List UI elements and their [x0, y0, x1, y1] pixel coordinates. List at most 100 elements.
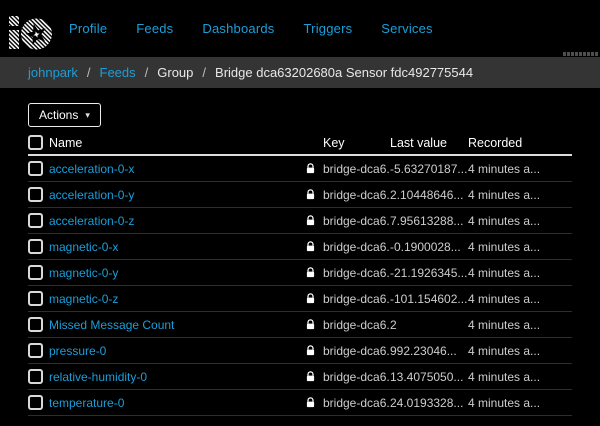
feed-name-link[interactable]: magnetic-0-x: [49, 240, 118, 254]
feeds-table: Name Key Last value Recorded acceleratio…: [28, 131, 572, 416]
lock-icon: [306, 397, 315, 408]
table-row: temperature-0 bridge-dca6... 24.0193328.…: [28, 390, 572, 416]
feed-name-link[interactable]: magnetic-0-y: [49, 266, 118, 280]
chevron-down-icon: ▾: [85, 111, 90, 120]
table-row: pressure-0 bridge-dca6... 992.23046... 4…: [28, 338, 572, 364]
feed-name-link[interactable]: acceleration-0-x: [49, 162, 134, 176]
feed-key: bridge-dca6...: [323, 370, 390, 384]
table-row: magnetic-0-z bridge-dca6... -101.154602.…: [28, 286, 572, 312]
feed-key: bridge-dca6...: [323, 240, 390, 254]
lock-icon: [306, 215, 315, 226]
row-checkbox[interactable]: [28, 395, 43, 410]
row-checkbox[interactable]: [28, 317, 43, 332]
feed-recorded: 4 minutes a...: [468, 266, 572, 280]
table-row: relative-humidity-0 bridge-dca6... 13.40…: [28, 364, 572, 390]
feed-recorded: 4 minutes a...: [468, 214, 572, 228]
table-row: magnetic-0-x bridge-dca6... -0.1900028..…: [28, 234, 572, 260]
row-checkbox[interactable]: [28, 369, 43, 384]
breadcrumb-separator: /: [145, 65, 149, 80]
row-checkbox[interactable]: [28, 239, 43, 254]
feed-last-value: -101.154602...: [390, 292, 468, 306]
row-checkbox[interactable]: [28, 265, 43, 280]
main-nav: Profile Feeds Dashboards Triggers Servic…: [69, 21, 462, 36]
breadcrumb-username[interactable]: johnpark: [28, 65, 78, 80]
column-header-name[interactable]: Name: [49, 136, 306, 150]
feed-name-link[interactable]: acceleration-0-z: [49, 214, 134, 228]
breadcrumb-separator: /: [202, 65, 206, 80]
breadcrumb-group: Group: [157, 65, 193, 80]
column-header-last-value[interactable]: Last value: [390, 136, 468, 150]
row-checkbox[interactable]: [28, 343, 43, 358]
table-row: magnetic-0-y bridge-dca6... -21.1926345.…: [28, 260, 572, 286]
breadcrumb-separator: /: [87, 65, 91, 80]
feed-last-value: 7.95613288...: [390, 214, 468, 228]
lock-icon: [306, 163, 315, 174]
feed-last-value: 2.10448646...: [390, 188, 468, 202]
nav-item-feeds[interactable]: Feeds: [136, 21, 173, 36]
row-checkbox[interactable]: [28, 213, 43, 228]
table-row: acceleration-0-z bridge-dca6... 7.956132…: [28, 208, 572, 234]
feed-name-link[interactable]: Missed Message Count: [49, 318, 174, 332]
row-checkbox[interactable]: [28, 291, 43, 306]
feed-last-value: -0.1900028...: [390, 240, 468, 254]
feed-last-value: -5.63270187...: [390, 162, 468, 176]
lock-icon: [306, 241, 315, 252]
nav-item-profile[interactable]: Profile: [69, 21, 107, 36]
feed-key: bridge-dca6...: [323, 188, 390, 202]
nav-item-dashboards[interactable]: Dashboards: [202, 21, 274, 36]
lock-icon: [306, 319, 315, 330]
feed-recorded: 4 minutes a...: [468, 344, 572, 358]
feed-key: bridge-dca6...: [323, 162, 390, 176]
adafruit-io-page: Profile Feeds Dashboards Triggers Servic…: [0, 0, 600, 426]
actions-button[interactable]: Actions ▾: [28, 103, 101, 127]
feed-key: bridge-dca6...: [323, 292, 390, 306]
lock-icon: [306, 371, 315, 382]
lock-icon: [306, 267, 315, 278]
feed-last-value: 2: [390, 318, 468, 332]
feed-recorded: 4 minutes a...: [468, 318, 572, 332]
dotted-decoration: [563, 52, 598, 56]
table-header-row: Name Key Last value Recorded: [28, 131, 572, 156]
select-all-checkbox[interactable]: [28, 135, 43, 150]
feed-recorded: 4 minutes a...: [468, 292, 572, 306]
feed-last-value: 13.4075050...: [390, 370, 468, 384]
lock-icon: [306, 293, 315, 304]
column-header-recorded[interactable]: Recorded: [468, 136, 572, 150]
feed-recorded: 4 minutes a...: [468, 396, 572, 410]
feed-name-link[interactable]: pressure-0: [49, 344, 106, 358]
actions-button-label: Actions: [39, 108, 78, 122]
column-header-key[interactable]: Key: [323, 136, 390, 150]
feed-key: bridge-dca6...: [323, 214, 390, 228]
feed-name-link[interactable]: magnetic-0-z: [49, 292, 118, 306]
feeds-content: Actions ▾ Name Key Last value Recorded a…: [0, 88, 600, 416]
feed-key: bridge-dca6...: [323, 396, 390, 410]
feed-last-value: 992.23046...: [390, 344, 468, 358]
nav-item-services[interactable]: Services: [381, 21, 432, 36]
nav-item-triggers[interactable]: Triggers: [304, 21, 353, 36]
adafruit-io-logo[interactable]: [8, 9, 54, 51]
top-navbar: Profile Feeds Dashboards Triggers Servic…: [0, 0, 600, 57]
feed-name-link[interactable]: relative-humidity-0: [49, 370, 147, 384]
breadcrumb-feeds[interactable]: Feeds: [100, 65, 136, 80]
row-checkbox[interactable]: [28, 187, 43, 202]
feed-recorded: 4 minutes a...: [468, 188, 572, 202]
table-row: acceleration-0-x bridge-dca6... -5.63270…: [28, 156, 572, 182]
feed-recorded: 4 minutes a...: [468, 370, 572, 384]
feed-recorded: 4 minutes a...: [468, 162, 572, 176]
table-row: acceleration-0-y bridge-dca6... 2.104486…: [28, 182, 572, 208]
breadcrumb-current-group: Bridge dca63202680a Sensor fdc492775544: [215, 65, 473, 80]
feed-last-value: -21.1926345...: [390, 266, 468, 280]
feed-last-value: 24.0193328...: [390, 396, 468, 410]
feed-key: bridge-dca6...: [323, 266, 390, 280]
feed-name-link[interactable]: acceleration-0-y: [49, 188, 134, 202]
feed-key: bridge-dca6...: [323, 344, 390, 358]
table-row: Missed Message Count bridge-dca6... 2 4 …: [28, 312, 572, 338]
feed-name-link[interactable]: temperature-0: [49, 396, 124, 410]
row-checkbox[interactable]: [28, 161, 43, 176]
breadcrumb: johnpark / Feeds / Group / Bridge dca632…: [0, 57, 600, 88]
feed-key: bridge-dca6...: [323, 318, 390, 332]
table-body: acceleration-0-x bridge-dca6... -5.63270…: [28, 156, 572, 416]
lock-icon: [306, 345, 315, 356]
feed-recorded: 4 minutes a...: [468, 240, 572, 254]
lock-icon: [306, 189, 315, 200]
